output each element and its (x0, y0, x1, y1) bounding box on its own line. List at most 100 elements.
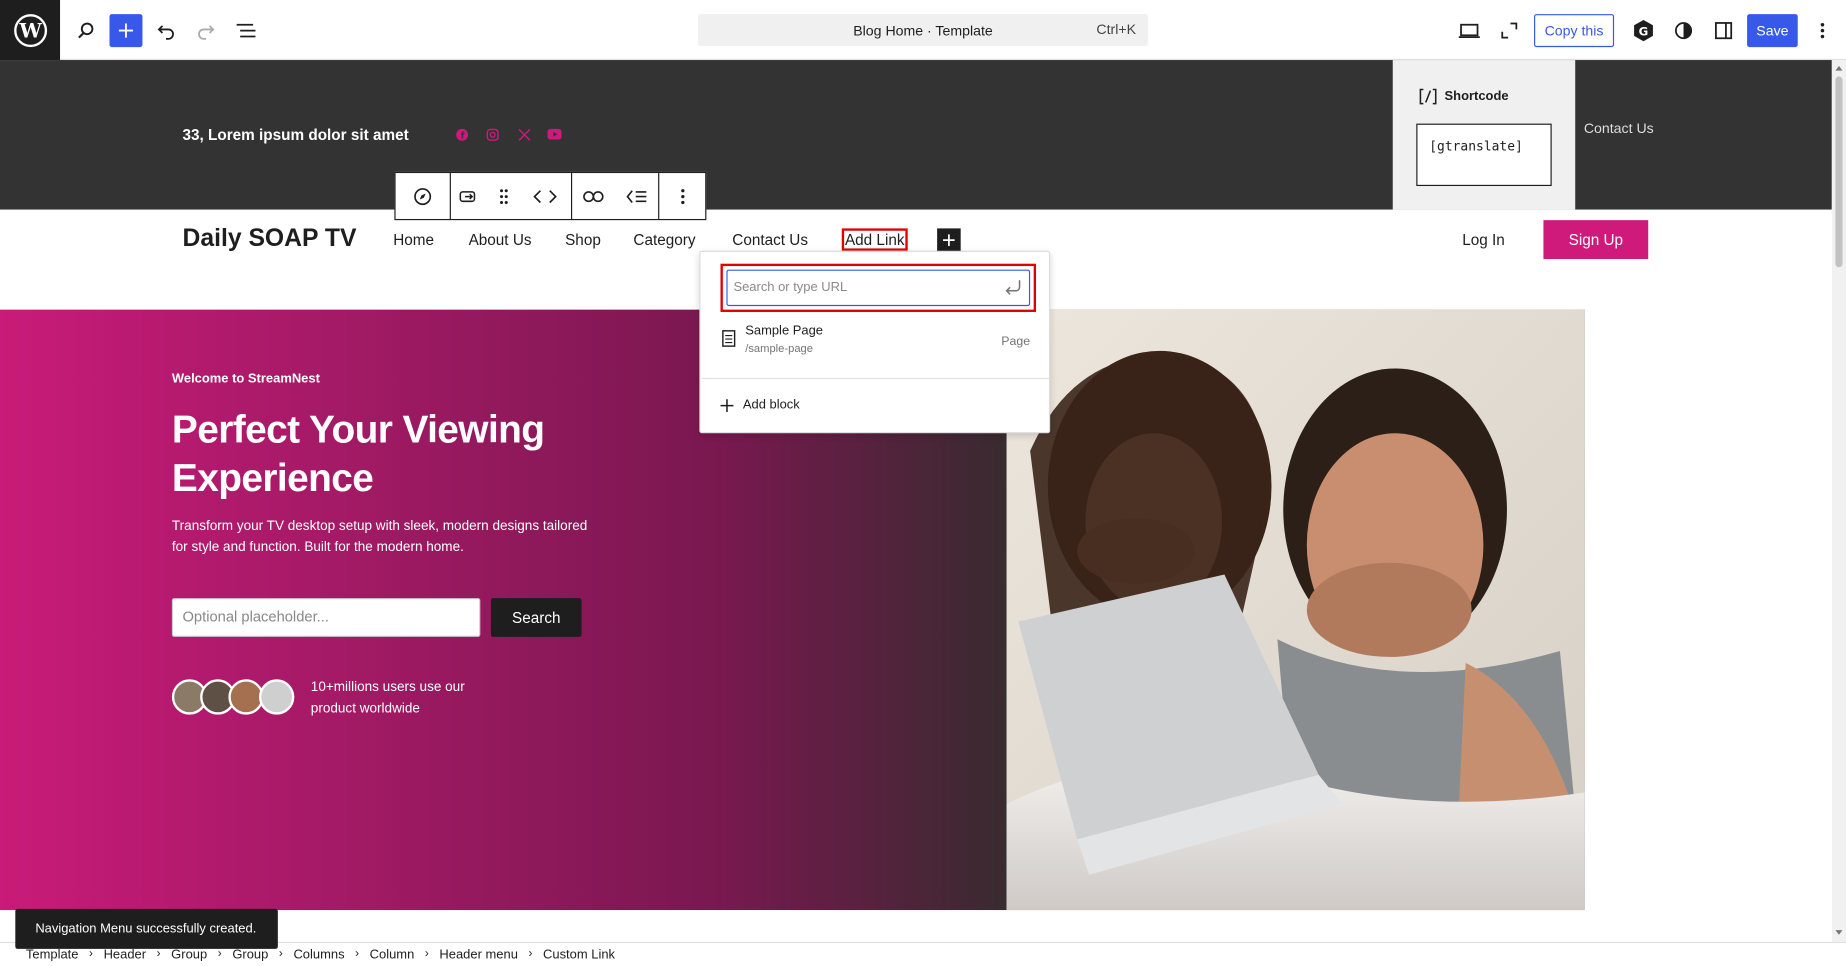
breadcrumb-custom-link[interactable]: Custom Link (543, 947, 615, 961)
desktop-icon (1458, 23, 1480, 38)
enter-icon[interactable] (1003, 279, 1022, 295)
x-icon (518, 128, 530, 141)
breadcrumb-group-inner[interactable]: Group (232, 947, 268, 961)
command-shortcut: Ctrl+K (1096, 21, 1137, 38)
fullscreen-button[interactable] (1493, 14, 1526, 47)
breadcrumb-header[interactable]: Header (104, 947, 146, 961)
more-vertical-icon (1820, 22, 1825, 39)
move-left-right-buttons[interactable] (522, 173, 569, 219)
shortcode-textarea[interactable]: [gtranslate] (1416, 123, 1552, 187)
drag-icon (499, 188, 508, 204)
header-address[interactable]: 33, Lorem ipsum dolor sit amet (182, 126, 408, 144)
breadcrumb-columns[interactable]: Columns (293, 947, 344, 961)
hero-users-text[interactable]: 10+millions users use our product worldw… (311, 677, 511, 719)
scroll-up-arrow[interactable] (1835, 65, 1843, 71)
link-suggestion-sample-page[interactable]: Sample Page /sample-page Page (702, 318, 1050, 377)
breadcrumb-column[interactable]: Column (370, 947, 415, 961)
login-link[interactable]: Log In (1462, 231, 1505, 249)
search-icon (78, 22, 94, 39)
instagram-link[interactable] (485, 127, 499, 141)
suggestion-type: Page (1001, 334, 1031, 349)
scroll-thumb[interactable] (1835, 76, 1843, 268)
nav-item-home[interactable]: Home (393, 231, 434, 249)
plus-icon (118, 23, 134, 38)
nav-item-contact-us[interactable]: Contact Us (732, 231, 808, 249)
plus-icon (720, 398, 734, 412)
nav-item-category[interactable]: Category (633, 231, 695, 249)
site-title[interactable]: Daily SOAP TV (182, 225, 356, 253)
nav-item-about-us[interactable]: About Us (469, 231, 532, 249)
chevron-right-icon: › (89, 947, 93, 961)
command-palette-bar[interactable]: Blog Home · Template Ctrl+K (698, 14, 1148, 46)
link-search-input[interactable]: Search or type URL (726, 269, 1031, 307)
svg-text:W: W (18, 18, 42, 42)
couple-watching-laptop-image (1006, 309, 1585, 911)
youtube-icon (547, 128, 562, 140)
block-toolbar (394, 171, 707, 221)
hero-image[interactable] (1006, 309, 1585, 911)
facebook-link[interactable]: f (454, 127, 468, 141)
add-submenu-button[interactable] (615, 173, 658, 219)
breadcrumb-template[interactable]: Template (26, 947, 79, 961)
facebook-icon: f (455, 128, 468, 141)
chevron-right-icon: › (528, 947, 533, 961)
navigation-block-button[interactable] (405, 173, 440, 219)
hero-search-button[interactable]: Search (490, 598, 582, 637)
canvas-scrollbar[interactable] (1831, 60, 1846, 942)
shortcode-label: Shortcode (1444, 89, 1509, 104)
drag-handle[interactable] (486, 173, 521, 219)
suggestion-url: /sample-page (745, 342, 813, 356)
add-link-nav-item[interactable]: Add Link (841, 228, 908, 251)
preview-device-button[interactable] (1453, 14, 1486, 47)
add-nav-item-button[interactable] (937, 228, 961, 252)
undo-icon (157, 25, 174, 40)
link-block-icon (459, 190, 476, 202)
gtranslate-plugin-button[interactable]: G (1627, 14, 1660, 47)
undo-button[interactable] (150, 14, 183, 47)
document-title: Blog Home · Template (853, 21, 993, 39)
signup-button[interactable]: Sign Up (1543, 220, 1649, 260)
scroll-down-arrow[interactable] (1835, 930, 1843, 935)
compass-icon (414, 187, 432, 205)
add-block-button[interactable]: Add block (720, 398, 800, 412)
editor-canvas[interactable]: 33, Lorem ipsum dolor sit amet f Shortco… (0, 60, 1832, 942)
options-menu-button[interactable] (1806, 14, 1839, 47)
hero-kicker[interactable]: Welcome to StreamNest (172, 372, 320, 386)
document-overview-button[interactable] (230, 14, 263, 47)
chevron-right-icon: › (156, 947, 161, 961)
link-search-placeholder: Search or type URL (733, 280, 848, 295)
settings-sidebar-button[interactable] (1707, 14, 1740, 47)
redo-button[interactable] (190, 14, 223, 47)
block-options-button[interactable] (665, 173, 700, 219)
breadcrumb-group[interactable]: Group (171, 947, 207, 961)
hero-title[interactable]: Perfect Your Viewing Experience (172, 405, 643, 502)
styles-button[interactable] (1667, 14, 1700, 47)
breadcrumb-header-menu[interactable]: Header menu (439, 947, 517, 961)
nav-item-shop[interactable]: Shop (565, 231, 601, 249)
wordpress-logo-button[interactable]: W (0, 0, 61, 61)
hero-search-input[interactable]: Optional placeholder... (171, 598, 481, 637)
page-icon (722, 330, 736, 347)
x-link[interactable] (517, 127, 531, 141)
search-button[interactable] (69, 14, 102, 47)
hero-description[interactable]: Transform your TV desktop setup with sle… (172, 516, 596, 558)
list-view-icon (236, 23, 256, 38)
header-top-contact-link[interactable]: Contact Us (1575, 121, 1662, 135)
user-avatars[interactable] (171, 679, 302, 715)
copy-this-button[interactable]: Copy this (1534, 14, 1615, 48)
hero-description-line-1: Transform your TV desktop setup with sle… (171, 519, 588, 534)
svg-text:G: G (1639, 24, 1649, 38)
snackbar-notice[interactable]: Navigation Menu successfully created. (15, 908, 278, 949)
shortcode-block[interactable]: Shortcode [gtranslate] (1392, 60, 1576, 210)
youtube-link[interactable] (547, 127, 562, 141)
block-inserter-button[interactable] (109, 14, 143, 48)
redo-icon (198, 25, 215, 40)
chevron-right-icon: › (355, 947, 360, 961)
link-button[interactable] (572, 173, 615, 219)
custom-link-block-button[interactable] (451, 173, 486, 219)
instagram-icon (486, 128, 499, 141)
more-vertical-icon (680, 188, 684, 204)
shortcode-block-title: Shortcode (1419, 88, 1509, 105)
save-button[interactable]: Save (1747, 14, 1798, 48)
chevron-left-right-icon (533, 189, 557, 203)
